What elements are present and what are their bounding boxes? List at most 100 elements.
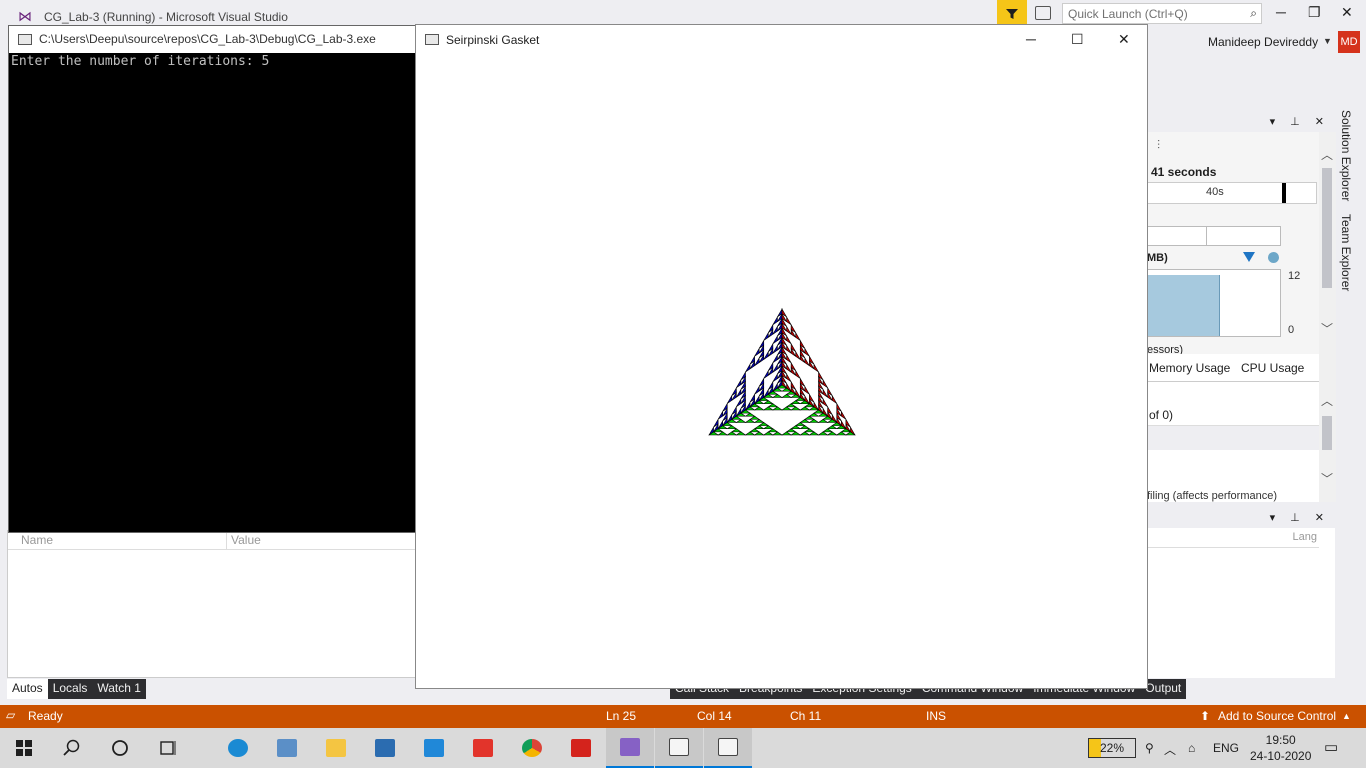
diagnostics-timeline[interactable]: 40s — [1147, 182, 1317, 204]
tab-autos[interactable]: Autos — [7, 679, 48, 699]
mail-taskbar-item[interactable] — [410, 728, 458, 768]
name-column-header[interactable]: Name — [21, 533, 53, 547]
gasket-triangle — [785, 428, 797, 433]
battery-indicator[interactable]: 22% — [1088, 738, 1136, 758]
scroll-thumb[interactable] — [1322, 416, 1332, 450]
tab-memory-usage[interactable]: Memory Usage — [1149, 361, 1230, 375]
gasket-triangle — [786, 363, 792, 373]
vs-window-title: CG_Lab-3 (Running) - Microsoft Visual St… — [44, 10, 288, 24]
panel-window-buttons[interactable]: ▾ ⊥ ✕ — [1270, 115, 1330, 128]
vs-close-button[interactable]: ✕ — [1341, 4, 1353, 21]
tab-watch-1[interactable]: Watch 1 — [92, 679, 146, 699]
app-taskbar-item[interactable] — [263, 728, 311, 768]
gasket-triangle — [804, 356, 810, 366]
windows-start-button[interactable] — [0, 728, 48, 768]
battery-percentage: 22% — [1099, 741, 1125, 755]
gasket-triangle — [762, 406, 774, 411]
gasket-triangle — [749, 415, 761, 420]
status-icon: ▱ — [6, 708, 16, 722]
tab-solution-explorer[interactable]: Solution Explorer — [1339, 110, 1353, 201]
acrobat-icon — [571, 739, 591, 757]
timeline-cursor[interactable] — [1282, 183, 1286, 203]
cortana-button[interactable] — [96, 728, 144, 768]
search-icon: ⌕ — [1250, 6, 1257, 20]
gasket-triangle — [831, 394, 838, 404]
gasket-triangle — [808, 431, 820, 436]
add-to-source-control-button[interactable]: Add to Source Control — [1218, 709, 1336, 723]
gasket-triangle — [771, 394, 783, 398]
file-explorer-taskbar-item[interactable] — [312, 728, 360, 768]
store-taskbar-item[interactable] — [361, 728, 409, 768]
chevron-up-icon[interactable]: ▲ — [1342, 711, 1351, 721]
scrollbar[interactable]: ︿ ﹀ ︿ ﹀ — [1319, 132, 1336, 502]
acrobat-taskbar-item[interactable] — [557, 728, 605, 768]
edge-taskbar-item[interactable] — [214, 728, 262, 768]
clock-time: 19:50 — [1265, 733, 1296, 747]
office-taskbar-item[interactable] — [459, 728, 507, 768]
gasket-triangle — [817, 419, 829, 423]
value-column-header[interactable]: Value — [231, 533, 261, 547]
gasket-triangle — [804, 385, 810, 395]
scroll-up-icon[interactable]: ︿ — [1321, 392, 1333, 409]
task-view-button[interactable] — [144, 728, 192, 768]
account-name[interactable]: Manideep Devireddy — [1208, 35, 1318, 49]
gasket-triangle — [763, 369, 769, 379]
visual-studio-taskbar-item[interactable] — [606, 728, 654, 768]
gasket-triangle — [753, 431, 765, 436]
network-icon[interactable]: ⌂ — [1188, 741, 1195, 755]
lang-column-header[interactable]: Lang — [1293, 531, 1317, 543]
minimize-button[interactable]: ─ — [1026, 31, 1036, 47]
vs-minimize-button[interactable]: ─ — [1276, 4, 1286, 20]
notifications-filter-button[interactable] — [997, 0, 1027, 27]
maximize-button[interactable]: ☐ — [1071, 31, 1084, 48]
input-language[interactable]: ENG — [1213, 741, 1239, 755]
gasket-triangle — [767, 403, 779, 408]
scroll-down-icon[interactable]: ﹀ — [1321, 320, 1333, 337]
gasket-triangle — [785, 403, 797, 408]
events-table — [1147, 226, 1281, 246]
tab-team-explorer[interactable]: Team Explorer — [1339, 214, 1353, 291]
feedback-icon[interactable] — [1035, 6, 1051, 20]
store-icon — [375, 739, 395, 757]
chevron-down-icon[interactable]: ▼ — [1323, 36, 1332, 46]
gasket-triangle — [795, 350, 801, 360]
gasket-triangle — [771, 431, 783, 436]
system-clock[interactable]: 19:50 24-10-2020 — [1250, 732, 1311, 764]
scroll-down-icon[interactable]: ﹀ — [1321, 470, 1333, 487]
gasket-triangle — [772, 325, 778, 335]
gasket-triangle — [772, 344, 778, 354]
avatar[interactable]: MD — [1338, 31, 1360, 53]
console-output[interactable]: Enter the number of iterations: 5 — [11, 54, 269, 69]
vs-restore-button[interactable]: ❐ — [1308, 4, 1321, 21]
gasket-triangle — [763, 331, 769, 341]
list-item[interactable]: of 0) — [1147, 402, 1319, 426]
gasket-triangle — [799, 419, 811, 423]
gasket-triangle — [717, 431, 729, 436]
list-item[interactable] — [1147, 426, 1319, 450]
gasket-triangle — [736, 378, 742, 388]
sierpinski-titlebar[interactable]: Seirpinski Gasket ─ ☐ ✕ — [416, 25, 1147, 55]
sierpinski-window[interactable]: Seirpinski Gasket ─ ☐ ✕ — [415, 24, 1148, 689]
notifications-icon[interactable]: ▭ — [1324, 738, 1338, 756]
close-button[interactable]: ✕ — [1118, 31, 1130, 48]
tab-locals[interactable]: Locals — [47, 679, 93, 699]
glut-taskbar-item[interactable] — [704, 728, 752, 768]
console-taskbar-item[interactable] — [655, 728, 703, 768]
panel-window-buttons[interactable]: ▾ ⊥ ✕ — [1270, 511, 1330, 524]
chart-icon[interactable]: ⫶ — [1157, 138, 1160, 153]
quick-launch-input[interactable]: Quick Launch (Ctrl+Q) ⌕ — [1062, 3, 1262, 24]
scroll-thumb[interactable] — [1322, 168, 1332, 288]
tab-cpu-usage[interactable]: CPU Usage — [1241, 361, 1304, 375]
console-titlebar[interactable]: C:\Users\Deepu\source\repos\CG_Lab-3\Deb… — [9, 26, 427, 53]
gasket-triangle — [826, 431, 838, 436]
search-button[interactable] — [48, 728, 96, 768]
gasket-triangle — [762, 431, 774, 436]
gasket-triangle — [786, 325, 792, 335]
console-window[interactable]: C:\Users\Deepu\source\repos\CG_Lab-3\Deb… — [8, 25, 428, 533]
chevron-up-icon[interactable]: ︿ — [1164, 741, 1176, 758]
power-icon[interactable]: ⚲ — [1145, 741, 1154, 755]
chrome-taskbar-item[interactable] — [508, 728, 556, 768]
quick-launch-placeholder: Quick Launch (Ctrl+Q) — [1068, 7, 1188, 21]
gasket-triangle — [730, 428, 742, 433]
scroll-up-icon[interactable]: ︿ — [1321, 146, 1333, 163]
